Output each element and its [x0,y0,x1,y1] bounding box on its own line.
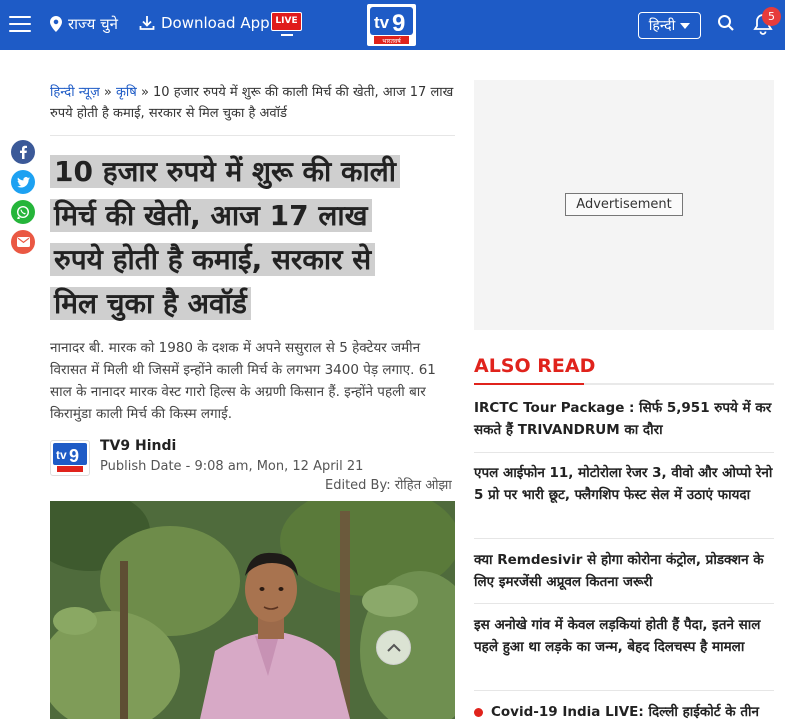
scroll-to-top-button[interactable] [376,630,411,665]
breadcrumb: हिन्दी न्यूज़ » कृषि » 10 हजार रुपये में… [50,82,455,124]
whatsapp-icon [16,205,30,219]
svg-text:9: 9 [69,446,79,466]
search-icon[interactable] [717,14,735,36]
live-tv-button[interactable]: LIVE [271,12,302,38]
download-app-label: Download App [161,14,270,32]
divider [474,538,774,539]
menu-icon[interactable] [9,16,31,32]
article-title-line: मिर्च की खेती, आज 17 लाख [50,199,372,232]
author-name[interactable]: TV9 Hindi [100,438,176,454]
language-label: हिन्दी [648,18,676,34]
live-label: LIVE [271,12,302,31]
twitter-share-button[interactable] [11,170,35,194]
author-avatar: tv 9 [50,440,90,476]
publish-date: Publish Date - 9:08 am, Mon, 12 April 21 [100,459,364,474]
svg-text:9: 9 [392,10,405,37]
mail-share-button[interactable] [11,230,35,254]
logo-tv-text: tv [374,13,390,32]
location-pin-icon [50,16,62,32]
twitter-icon [16,176,30,188]
notification-count-badge: 5 [762,7,781,26]
divider [474,452,774,453]
also-read-item-label: Covid-19 India LIVE: दिल्ली हाईकोर्ट के … [491,704,760,720]
svg-text:भारतवर्ष: भारतवर्ष [382,37,401,45]
chevron-up-icon [386,643,401,652]
state-select-button[interactable]: राज्य चुने [50,14,118,34]
divider [50,135,455,136]
whatsapp-share-button[interactable] [11,200,35,224]
also-read-item[interactable]: एपल आईफोन 11, मोटोरोला रेजर 3, वीवो और ओ… [474,462,779,506]
state-select-label: राज्य चुने [68,15,118,33]
tv-stand [280,34,293,36]
edited-by: Edited By: रोहित ओझा [325,478,452,493]
download-app-button[interactable]: Download App [139,14,270,32]
article-summary: नानादर बी. मारक को 1980 के दशक में अपने … [50,340,436,422]
also-read-underline [474,383,774,385]
mail-icon [16,237,30,247]
caret-down-icon [680,22,691,29]
article-title-line: 10 हजार रुपये में शुरू की काली [50,155,400,188]
article-hero-image [50,501,455,719]
also-read-item[interactable]: IRCTC Tour Package : सिर्फ 5,951 रुपये म… [474,397,779,441]
language-select[interactable]: हिन्दी [638,12,701,39]
also-read-heading: ALSO READ [474,355,596,377]
divider [474,690,774,691]
divider [474,603,774,604]
top-nav-bar: राज्य चुने Download App LIVE tv 9 भारतवर… [0,0,785,50]
breadcrumb-category-link[interactable]: कृषि [116,85,137,100]
download-icon [139,16,155,30]
breadcrumb-separator: » [136,85,154,100]
facebook-icon [20,145,27,159]
breadcrumb-home-link[interactable]: हिन्दी न्यूज़ [50,85,100,100]
also-read-live-item[interactable]: Covid-19 India LIVE: दिल्ली हाईकोर्ट के … [474,701,779,723]
live-dot-icon [474,707,483,717]
facebook-share-button[interactable] [11,140,35,164]
also-read-item[interactable]: क्या Remdesivir से होगा कोरोना कंट्रोल, … [474,549,779,593]
tv9-bharatvarsh-logo[interactable]: tv 9 भारतवर्ष [367,4,416,46]
svg-text:tv: tv [56,448,67,462]
advertisement-label: Advertisement [565,193,683,216]
also-read-item[interactable]: इस अनोखे गांव में केवल लड़कियां होती हैं… [474,614,779,658]
article-title-line: मिल चुका है अवॉर्ड [50,287,251,320]
breadcrumb-separator: » [99,85,116,100]
article-title: 10 हजार रुपये में शुरू की काली मिर्च की … [50,150,460,326]
article-title-line: रुपये होती है कमाई, सरकार से [50,243,376,276]
